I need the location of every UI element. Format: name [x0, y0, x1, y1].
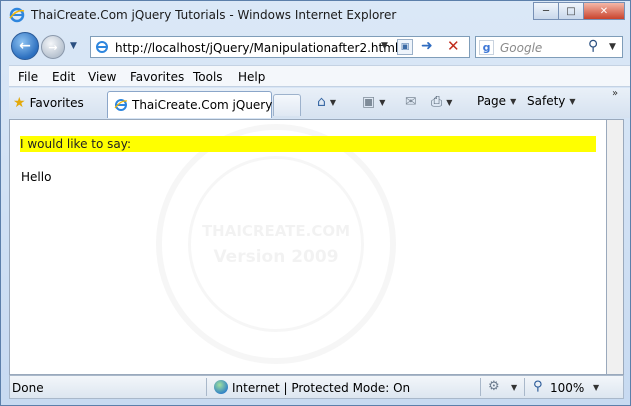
- close-icon: ✕: [599, 5, 609, 17]
- safety-menu-button[interactable]: Safety ▼: [527, 94, 576, 108]
- home-button[interactable]: ⌂ ▼: [317, 94, 336, 110]
- watermark-seal: THAICREATE.COM Version 2009: [156, 124, 396, 364]
- mail-icon: ✉: [405, 94, 417, 110]
- browser-window: ThaiCreate.Com jQuery Tutorials - Window…: [0, 0, 631, 406]
- watermark-title: THAICREATE.COM: [201, 222, 351, 240]
- security-zone[interactable]: Internet | Protected Mode: On: [232, 381, 410, 395]
- search-box[interactable]: g Google ⚲ ▼: [475, 36, 623, 58]
- read-mail-button[interactable]: ✉: [405, 94, 417, 110]
- search-icon[interactable]: ⚲: [588, 38, 598, 54]
- page-icon: [96, 41, 108, 53]
- print-button[interactable]: ⎙ ▼: [431, 94, 452, 110]
- page-content: THAICREATE.COM Version 2009 I would like…: [9, 119, 607, 375]
- address-row: ← → ▼ http://localhost/jQuery/Manipulati…: [1, 29, 630, 65]
- page-menu-button[interactable]: Page ▼: [477, 94, 516, 108]
- google-icon: g: [479, 40, 494, 55]
- menu-help[interactable]: Help: [238, 70, 265, 84]
- zoom-level[interactable]: 100%: [550, 381, 584, 395]
- protected-mode-dropdown-icon[interactable]: ▼: [511, 383, 517, 392]
- status-text: Done: [12, 381, 44, 395]
- ie-logo-icon: [9, 7, 25, 23]
- maximize-icon: □: [566, 5, 576, 17]
- favorites-bar: ★ Favorites ThaiCreate.Com jQuery ... ⌂ …: [9, 88, 630, 118]
- print-dropdown-icon[interactable]: ▼: [446, 98, 452, 107]
- feeds-dropdown-icon[interactable]: ▼: [379, 98, 385, 107]
- highlighted-paragraph: I would like to say:: [20, 136, 596, 152]
- printer-icon: ⎙: [431, 94, 443, 110]
- window-controls: ─ □ ✕: [533, 2, 625, 20]
- compatibility-view-icon[interactable]: ▣: [397, 39, 413, 55]
- back-arrow-icon: ←: [19, 38, 31, 54]
- menu-edit[interactable]: Edit: [52, 70, 75, 84]
- home-icon: ⌂: [317, 94, 326, 110]
- url-text[interactable]: http://localhost/jQuery/Manipulationafte…: [115, 41, 398, 55]
- tab-active[interactable]: ThaiCreate.Com jQuery ...: [107, 91, 288, 118]
- watermark-inner-ring: [188, 156, 364, 332]
- menu-favorites[interactable]: Favorites: [130, 70, 184, 84]
- favorites-button[interactable]: ★ Favorites: [13, 93, 84, 113]
- hello-text: Hello: [21, 170, 52, 184]
- zoom-dropdown-icon[interactable]: ▼: [593, 383, 599, 392]
- new-tab-button[interactable]: [273, 94, 301, 116]
- safety-menu-label: Safety: [527, 94, 566, 108]
- page-menu-label: Page: [477, 94, 507, 108]
- maximize-button[interactable]: □: [558, 2, 584, 20]
- zoom-icon[interactable]: ⚲: [533, 379, 543, 394]
- close-button[interactable]: ✕: [583, 2, 625, 20]
- forward-arrow-icon: →: [48, 40, 58, 54]
- vertical-scrollbar[interactable]: [607, 119, 624, 375]
- minimize-button[interactable]: ─: [533, 2, 559, 20]
- internet-globe-icon: [214, 380, 228, 394]
- page-dropdown-icon: ▼: [510, 96, 517, 106]
- favorites-label: Favorites: [29, 96, 84, 110]
- back-button[interactable]: ←: [11, 32, 39, 60]
- menu-bar: File Edit View Favorites Tools Help: [9, 65, 630, 87]
- menu-file[interactable]: File: [18, 70, 38, 84]
- status-separator: [480, 378, 481, 396]
- toolbar-overflow-chevron-icon[interactable]: »: [612, 88, 618, 99]
- recent-pages-dropdown-icon[interactable]: ▼: [70, 41, 77, 51]
- search-input[interactable]: Google: [500, 41, 542, 55]
- tab-title: ThaiCreate.Com jQuery ...: [132, 98, 288, 112]
- go-icon[interactable]: ➜: [421, 38, 433, 54]
- window-title: ThaiCreate.Com jQuery Tutorials - Window…: [31, 8, 397, 22]
- status-separator: [206, 378, 207, 396]
- address-dropdown-icon[interactable]: ▼: [381, 41, 388, 51]
- tab-page-icon: [114, 99, 128, 111]
- favorites-star-icon: ★: [13, 95, 26, 111]
- protected-mode-icon[interactable]: ⚙: [488, 379, 500, 394]
- stop-icon[interactable]: ✕: [447, 37, 460, 55]
- forward-button[interactable]: →: [41, 35, 65, 59]
- menu-view[interactable]: View: [88, 70, 116, 84]
- address-bar[interactable]: http://localhost/jQuery/Manipulationafte…: [90, 36, 470, 58]
- minimize-icon: ─: [542, 5, 550, 17]
- search-options-dropdown-icon[interactable]: ▼: [609, 42, 616, 52]
- feeds-button[interactable]: ▣ ▼: [362, 94, 385, 110]
- status-separator: [524, 378, 525, 396]
- home-dropdown-icon[interactable]: ▼: [330, 98, 336, 107]
- status-bar: Done Internet | Protected Mode: On ⚙ ▼ ⚲…: [9, 375, 624, 399]
- rss-feed-icon: ▣: [362, 94, 376, 110]
- safety-dropdown-icon: ▼: [569, 96, 576, 106]
- watermark-version: Version 2009: [213, 247, 339, 267]
- menu-tools[interactable]: Tools: [193, 70, 223, 84]
- title-bar: ThaiCreate.Com jQuery Tutorials - Window…: [1, 1, 630, 29]
